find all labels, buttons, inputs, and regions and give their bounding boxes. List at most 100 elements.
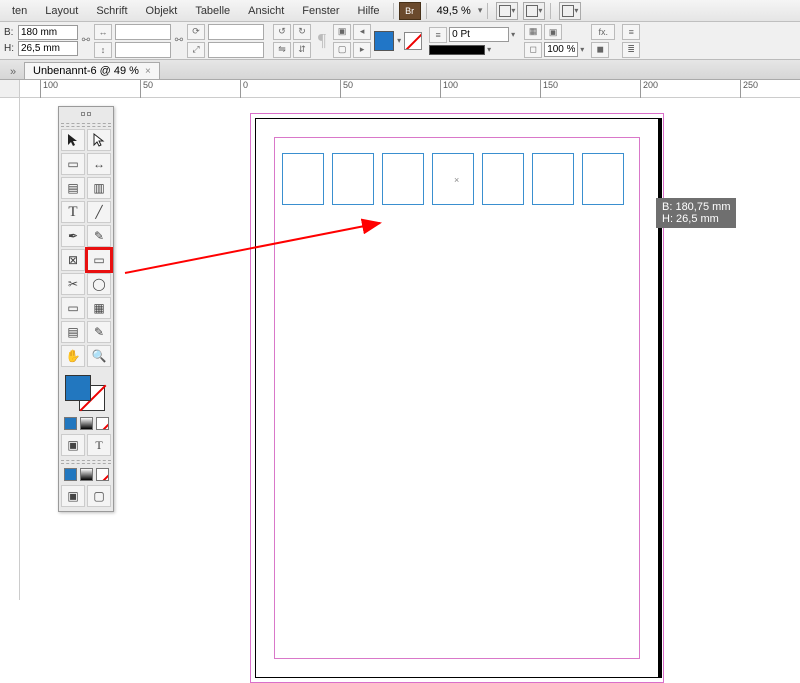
- pen-tool[interactable]: ✒: [61, 225, 85, 247]
- document-tab[interactable]: Unbenannt-6 @ 49 % ×: [24, 62, 160, 79]
- rotate-ccw-btn[interactable]: ↺: [273, 24, 291, 40]
- content-collector-tool[interactable]: ▤: [61, 177, 85, 199]
- gap-tool[interactable]: ↔: [87, 153, 111, 175]
- scale-y-btn[interactable]: ↕: [94, 42, 112, 58]
- screen-mode-button[interactable]: ▾: [523, 2, 545, 20]
- default-fill-btn[interactable]: [64, 468, 77, 481]
- flip-v-btn[interactable]: ⇵: [293, 42, 311, 58]
- rotate-btn[interactable]: ⟳: [187, 24, 205, 40]
- stroke-style-preview[interactable]: [429, 45, 485, 55]
- document-canvas[interactable]: ▭ ↔ ▤ ▥ T ╱ ✒ ✎ ⊠ ▭ ✂ ◯ ▭ ▦ ▤ ✎: [20, 98, 800, 600]
- default-none-btn[interactable]: [96, 468, 109, 481]
- bridge-button[interactable]: Br: [399, 2, 421, 20]
- screen-mode-preview[interactable]: ▢: [87, 485, 111, 507]
- menu-ten[interactable]: ten: [4, 2, 35, 20]
- rotate-field[interactable]: [208, 24, 264, 40]
- zoom-level-field[interactable]: 49,5 %: [432, 3, 476, 19]
- scale-y-field[interactable]: [115, 42, 171, 58]
- vertical-ruler[interactable]: [0, 98, 20, 600]
- document-page[interactable]: ×: [255, 118, 659, 678]
- type-tool[interactable]: T: [61, 201, 85, 223]
- menu-hilfe[interactable]: Hilfe: [350, 2, 388, 20]
- hand-tool[interactable]: ✋: [61, 345, 85, 367]
- rectangle-frame[interactable]: [382, 153, 424, 205]
- drop-shadow-btn[interactable]: ◼: [591, 42, 609, 58]
- menu-tabelle[interactable]: Tabelle: [187, 2, 238, 20]
- selection-tool[interactable]: [61, 129, 85, 151]
- scissors-tool[interactable]: ✂: [61, 273, 85, 295]
- dropdown-arrow-icon[interactable]: ▾: [487, 45, 491, 54]
- fit-content-btn[interactable]: ▣: [544, 24, 562, 40]
- select-content-btn[interactable]: ▢: [333, 42, 351, 58]
- stroke-none-swatch[interactable]: [404, 32, 422, 50]
- ruler-origin[interactable]: [0, 80, 20, 98]
- scale-x-btn[interactable]: ↔: [94, 24, 112, 40]
- flip-h-btn[interactable]: ⇋: [273, 42, 291, 58]
- view-options-button[interactable]: ▾: [496, 2, 518, 20]
- effects-button[interactable]: fx.: [591, 24, 615, 40]
- fill-color-swatch[interactable]: [374, 31, 394, 51]
- rectangle-frame[interactable]: [332, 153, 374, 205]
- ruler-tick: 0: [240, 80, 248, 98]
- text-wrap-btn[interactable]: ▦: [524, 24, 542, 40]
- rectangle-frame[interactable]: [482, 153, 524, 205]
- free-transform-tool[interactable]: ◯: [87, 273, 111, 295]
- content-placer-tool[interactable]: ▥: [87, 177, 111, 199]
- dropdown-arrow-icon[interactable]: ▾: [511, 30, 515, 39]
- dropdown-arrow-icon[interactable]: ▾: [478, 5, 483, 16]
- default-gradient-btn[interactable]: [80, 468, 93, 481]
- menu-objekt[interactable]: Objekt: [138, 2, 186, 20]
- close-tab-icon[interactable]: ×: [145, 66, 151, 77]
- pencil-tool[interactable]: ✎: [87, 225, 111, 247]
- select-next-btn[interactable]: ▸: [353, 42, 371, 58]
- link-icon[interactable]: ⚯: [174, 25, 184, 57]
- corner-options-btn[interactable]: ◻: [524, 42, 542, 58]
- object-style-btn[interactable]: ≣: [622, 42, 640, 58]
- line-tool[interactable]: ╱: [87, 201, 111, 223]
- rectangle-frame[interactable]: [282, 153, 324, 205]
- dropdown-arrow-icon[interactable]: ▾: [397, 36, 401, 45]
- menu-schrift[interactable]: Schrift: [88, 2, 135, 20]
- constrain-proportions-icon[interactable]: ⚯: [81, 25, 91, 57]
- fill-proxy[interactable]: [65, 375, 91, 401]
- rotate-cw-btn[interactable]: ↻: [293, 24, 311, 40]
- eyedropper-tool[interactable]: ✎: [87, 321, 111, 343]
- apply-none-btn[interactable]: [96, 417, 109, 430]
- rectangle-frame-tool[interactable]: ⊠: [61, 249, 85, 271]
- note-tool[interactable]: ▤: [61, 321, 85, 343]
- shear-btn[interactable]: ⤢: [187, 42, 205, 58]
- opacity-input[interactable]: [544, 42, 578, 57]
- rectangle-frame[interactable]: [432, 153, 474, 205]
- zoom-tool[interactable]: 🔍: [87, 345, 111, 367]
- rectangle-frame[interactable]: [532, 153, 574, 205]
- direct-selection-tool[interactable]: [87, 129, 111, 151]
- gradient-swatch-tool[interactable]: ▭: [61, 297, 85, 319]
- shear-field[interactable]: [208, 42, 264, 58]
- select-prev-btn[interactable]: ◂: [353, 24, 371, 40]
- formatting-affects-text[interactable]: T: [87, 434, 111, 456]
- width-input[interactable]: [18, 25, 78, 40]
- paragraph-style-btn[interactable]: ≡: [622, 24, 640, 40]
- select-container-btn[interactable]: ▣: [333, 24, 351, 40]
- apply-gradient-btn[interactable]: [80, 417, 93, 430]
- menu-layout[interactable]: Layout: [37, 2, 86, 20]
- panel-grip-icon[interactable]: [61, 109, 111, 119]
- rectangle-tool[interactable]: ▭: [87, 249, 111, 271]
- horizontal-ruler[interactable]: 100 50 0 50 100 150 200 250: [20, 80, 800, 98]
- fill-stroke-proxy[interactable]: [61, 373, 111, 411]
- screen-mode-normal[interactable]: ▣: [61, 485, 85, 507]
- stroke-weight-input[interactable]: [449, 27, 509, 42]
- menu-separator: [550, 3, 551, 19]
- gradient-feather-tool[interactable]: ▦: [87, 297, 111, 319]
- tab-expand-icon[interactable]: »: [6, 65, 20, 79]
- dropdown-arrow-icon[interactable]: ▾: [580, 45, 584, 54]
- height-input[interactable]: [18, 41, 78, 56]
- page-tool[interactable]: ▭: [61, 153, 85, 175]
- view-mode-normal[interactable]: ▣: [61, 434, 85, 456]
- rectangle-frame[interactable]: [582, 153, 624, 205]
- menu-fenster[interactable]: Fenster: [294, 2, 347, 20]
- scale-x-field[interactable]: [115, 24, 171, 40]
- apply-color-btn[interactable]: [64, 417, 77, 430]
- menu-ansicht[interactable]: Ansicht: [240, 2, 292, 20]
- arrange-docs-button[interactable]: ▾: [559, 2, 581, 20]
